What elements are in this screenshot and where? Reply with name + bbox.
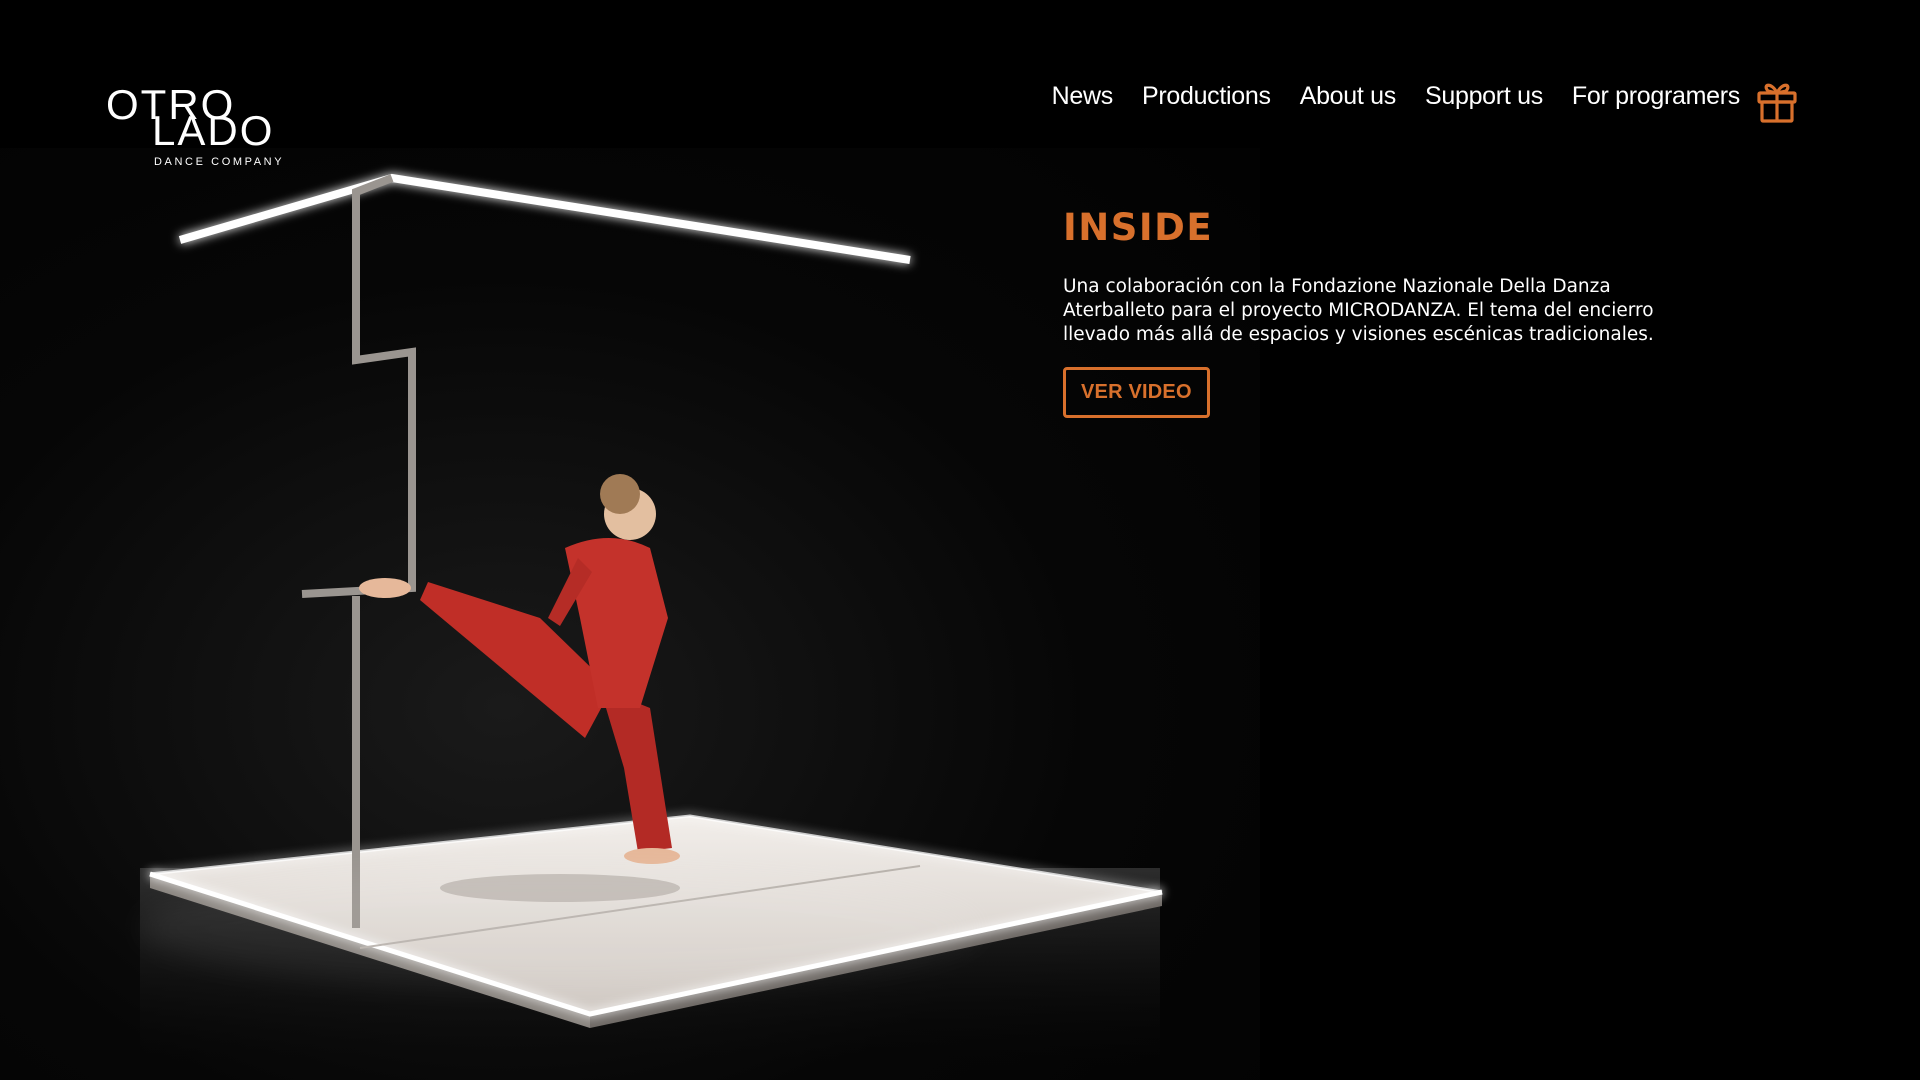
page: OTRO LADO DANCE COMPANY News Productions…: [0, 0, 1920, 1080]
production-title: INSIDE: [1063, 206, 1214, 249]
production-description: Una colaboración con la Fondazione Nazio…: [1063, 276, 1654, 345]
logo-line-2: LADO: [152, 107, 275, 154]
feature-content: INSIDE Una colaboración con la Fondazion…: [1063, 206, 1703, 418]
gift-icon[interactable]: [1756, 78, 1798, 124]
nav-item-for-programers[interactable]: For programers: [1572, 82, 1740, 111]
site-header: OTRO LADO DANCE COMPANY News Productions…: [0, 0, 1920, 168]
company-logo[interactable]: OTRO LADO DANCE COMPANY: [104, 84, 304, 174]
nav-item-productions[interactable]: Productions: [1142, 82, 1271, 111]
watch-video-button[interactable]: VER VIDEO: [1063, 367, 1210, 418]
dancer-figure: [359, 474, 680, 864]
nav-item-about-us[interactable]: About us: [1300, 82, 1397, 111]
logo-subtitle: DANCE COMPANY: [154, 156, 285, 168]
nav-item-support-us[interactable]: Support us: [1425, 82, 1543, 111]
nav-item-news[interactable]: News: [1052, 82, 1114, 111]
main-nav: News Productions About us Support us For…: [1023, 82, 1741, 111]
